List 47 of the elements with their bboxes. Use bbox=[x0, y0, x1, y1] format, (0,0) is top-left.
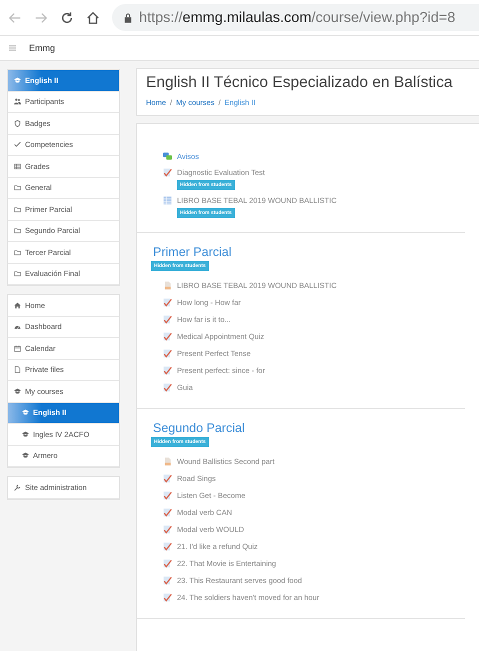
home-icon bbox=[14, 302, 21, 309]
reload-icon[interactable] bbox=[60, 10, 74, 24]
checkmark-icon bbox=[163, 349, 172, 358]
cap-icon bbox=[22, 409, 29, 416]
file-icon bbox=[14, 366, 21, 374]
dashboard-icon bbox=[14, 323, 21, 330]
table-icon bbox=[14, 162, 21, 170]
home-icon[interactable] bbox=[86, 10, 100, 24]
checkmark-icon bbox=[163, 542, 172, 551]
document-icon bbox=[163, 457, 172, 466]
check-icon bbox=[14, 141, 21, 148]
address-bar[interactable]: https://emmg.milaulas.com/course/view.php?id=8 bbox=[112, 4, 479, 31]
checkmark-icon bbox=[163, 332, 172, 341]
folder-icon bbox=[14, 184, 21, 192]
checkmark-icon bbox=[163, 168, 172, 176]
checkmark-icon bbox=[163, 474, 172, 483]
folder-icon bbox=[14, 248, 21, 256]
book-icon bbox=[163, 196, 172, 204]
checkmark-icon bbox=[163, 559, 172, 568]
checkmark-icon bbox=[163, 383, 172, 392]
checkmark-icon bbox=[163, 298, 172, 307]
checkmark-icon bbox=[163, 508, 172, 517]
folder-icon bbox=[14, 270, 21, 278]
folder-icon bbox=[14, 227, 21, 234]
users-icon bbox=[14, 98, 21, 106]
cap-icon bbox=[14, 388, 21, 395]
checkmark-icon bbox=[163, 366, 172, 375]
menu-icon[interactable] bbox=[9, 45, 16, 51]
folder-icon bbox=[14, 206, 21, 213]
checkmark-icon bbox=[163, 491, 172, 500]
shield-icon bbox=[14, 120, 21, 127]
checkmark-icon bbox=[163, 576, 172, 585]
checkmark-icon bbox=[163, 593, 172, 602]
site-name[interactable]: Emmg bbox=[29, 43, 56, 53]
course-title: English II Técnico Especializado en Balística bbox=[146, 74, 454, 92]
chat-bubbles-icon bbox=[163, 152, 172, 160]
cap-icon bbox=[22, 430, 29, 438]
cap-icon bbox=[14, 76, 21, 84]
section-title[interactable]: Primer Parcial bbox=[153, 245, 465, 260]
section-title[interactable]: Segundo Parcial bbox=[153, 421, 465, 436]
cap-icon bbox=[22, 452, 29, 460]
lock-icon bbox=[124, 12, 132, 22]
checkmark-icon bbox=[163, 525, 172, 534]
calendar-icon bbox=[14, 344, 21, 352]
wrench-icon bbox=[14, 484, 21, 491]
checkmark-icon bbox=[163, 315, 172, 324]
document-icon bbox=[163, 281, 172, 290]
